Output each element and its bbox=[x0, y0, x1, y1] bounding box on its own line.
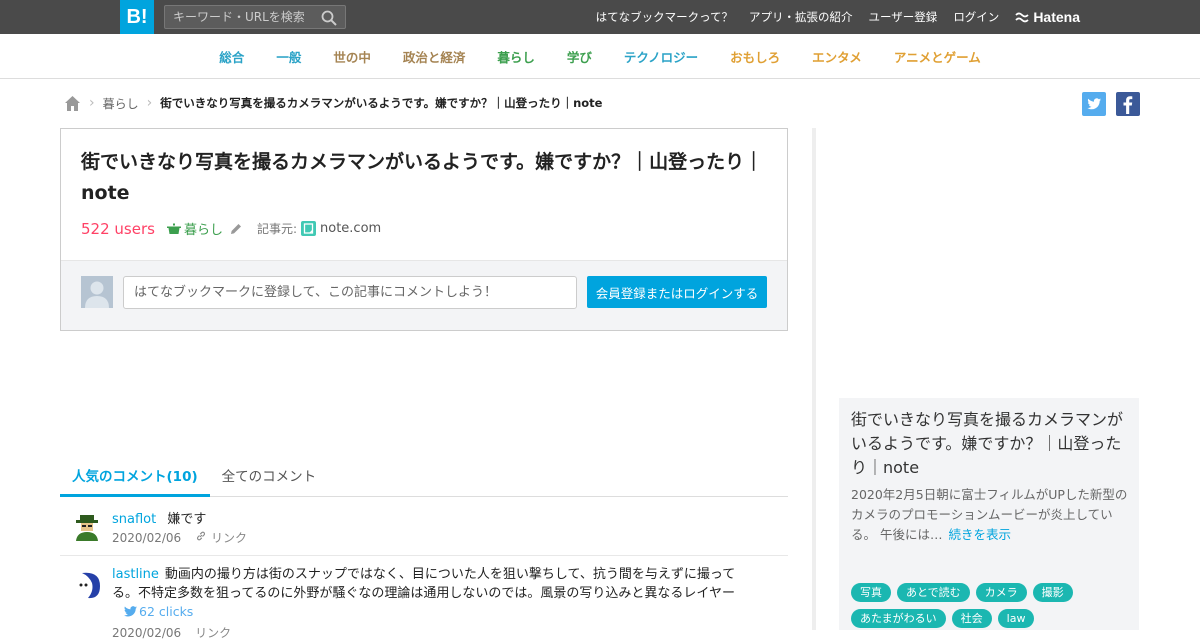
breadcrumb-current: 街でいきなり写真を撮るカメラマンがいるようです。嫌ですか？｜山登ったり｜note bbox=[160, 96, 603, 110]
users-count[interactable]: 522 users bbox=[81, 220, 155, 238]
comment-username[interactable]: lastline bbox=[112, 567, 159, 582]
twitter-share-button[interactable] bbox=[1082, 92, 1106, 116]
breadcrumb-category[interactable]: 暮らし bbox=[103, 95, 139, 112]
search-icon[interactable] bbox=[321, 10, 337, 26]
note-favicon-icon bbox=[301, 221, 316, 236]
category-tab-0[interactable]: 総合 bbox=[219, 47, 244, 66]
link-icon bbox=[197, 531, 206, 541]
category-tab-9[interactable]: アニメとゲーム bbox=[894, 47, 981, 66]
twitter-small-icon bbox=[124, 606, 137, 617]
search-box bbox=[164, 5, 346, 29]
nav-apps[interactable]: アプリ・拡張の紹介 bbox=[749, 9, 853, 25]
chevron-right-icon: › bbox=[146, 95, 153, 111]
twitter-icon bbox=[1087, 98, 1101, 110]
entry-card: 街でいきなり写真を撮るカメラマンがいるようです。嫌ですか？｜山登ったり｜note… bbox=[60, 128, 788, 331]
category-tab-8[interactable]: エンタメ bbox=[812, 47, 862, 66]
comment-text-continued: る。不特定多数を狙ってるのに外野が騒ぐなの理論は通用しないのでは。風景の写り込み… bbox=[112, 586, 735, 601]
clicks-count: 62 clicks bbox=[139, 604, 194, 619]
comment-permalink[interactable]: リンク bbox=[195, 529, 247, 546]
comment-tabs: 人気のコメント(10) 全てのコメント bbox=[60, 462, 788, 497]
tag-item[interactable]: law bbox=[997, 609, 1035, 628]
summary-title[interactable]: 街でいきなり写真を撮るカメラマンがいるようです。嫌ですか？｜山登ったり｜note bbox=[851, 408, 1131, 480]
comment-date[interactable]: 2020/02/06 bbox=[112, 531, 181, 545]
source-label: 記事元: bbox=[256, 222, 297, 236]
category-tab-1[interactable]: 一般 bbox=[276, 47, 301, 66]
comment-row: lastline 動画内の撮り方は街のスナップではなく、目についた人を狙い撃ちして… bbox=[60, 556, 788, 640]
column-divider bbox=[812, 128, 816, 630]
comment-footer: 2020/02/06 リンク bbox=[112, 529, 247, 546]
tag-item[interactable]: 写真 bbox=[851, 583, 891, 602]
entry-category-label: 暮らし bbox=[183, 223, 223, 238]
nav-about[interactable]: はてなブックマークって？ bbox=[596, 9, 733, 25]
tab-all-comments[interactable]: 全てのコメント bbox=[210, 462, 329, 497]
entry-title[interactable]: 街でいきなり写真を撮るカメラマンがいるようです。嫌ですか？｜山登ったり｜note bbox=[81, 147, 771, 209]
comment-body: snaflot 嫌です bbox=[112, 508, 206, 529]
category-tab-5[interactable]: 学び bbox=[567, 47, 592, 66]
comment-permalink[interactable]: リンク bbox=[195, 624, 231, 641]
user-avatar[interactable] bbox=[72, 511, 102, 541]
category-tab-2[interactable]: 世の中 bbox=[333, 47, 371, 66]
comment-date[interactable]: 2020/02/06 bbox=[112, 626, 181, 640]
tag-item[interactable]: 撮影 bbox=[1032, 583, 1073, 602]
source-domain: note.com bbox=[320, 221, 382, 236]
source-link[interactable]: note.com bbox=[301, 221, 381, 236]
category-tab-3[interactable]: 政治と経済 bbox=[403, 47, 466, 66]
tag-item[interactable]: カメラ bbox=[975, 583, 1027, 602]
tag-item[interactable]: あとで読む bbox=[897, 583, 970, 602]
comment-row: snaflot 嫌です 2020/02/06 リンク bbox=[60, 497, 788, 556]
comment-permalink-label: リンク bbox=[211, 531, 248, 545]
category-nav: 総合 一般 世の中 政治と経済 暮らし 学び テクノロジー おもしろ エンタメ … bbox=[0, 34, 1200, 79]
category-tab-7[interactable]: おもしろ bbox=[730, 47, 780, 66]
entry-category[interactable]: 暮らし bbox=[166, 219, 223, 238]
summary-description: 2020年2月5日朝に富士フィルムがUPした新型のカメラのプロモーションムービー… bbox=[851, 485, 1131, 545]
breadcrumb: › 暮らし › 街でいきなり写真を撮るカメラマンがいるようです。嫌ですか？｜山登… bbox=[64, 93, 602, 113]
register-login-button[interactable]: 会員登録またはログインする bbox=[587, 276, 767, 308]
category-tab-4[interactable]: 暮らし bbox=[497, 47, 535, 66]
comment-body: lastline 動画内の撮り方は街のスナップではなく、目についた人を狙い撃ちして… bbox=[112, 565, 762, 603]
home-icon[interactable] bbox=[64, 95, 81, 112]
hatena-bookmark-logo[interactable]: B! bbox=[120, 0, 154, 34]
comment-input[interactable] bbox=[123, 276, 577, 309]
comment-footer: 2020/02/06 リンク bbox=[112, 624, 231, 641]
tag-item[interactable]: 社会 bbox=[951, 609, 992, 628]
avatar bbox=[81, 276, 113, 308]
pencil-icon[interactable] bbox=[229, 222, 243, 236]
chevron-right-icon: › bbox=[89, 95, 95, 111]
nav-login[interactable]: ログイン bbox=[953, 9, 999, 25]
hatena-wave-icon bbox=[1015, 12, 1029, 23]
read-more-link[interactable]: 続きを表示 bbox=[948, 527, 1011, 542]
search-input[interactable] bbox=[173, 8, 318, 26]
comment-box: 会員登録またはログインする bbox=[61, 260, 787, 330]
nav-register[interactable]: ユーザー登録 bbox=[869, 9, 938, 25]
default-user-icon bbox=[85, 281, 109, 308]
hatena-brand-label: Hatena bbox=[1033, 9, 1080, 25]
facebook-icon bbox=[1123, 96, 1133, 114]
comment-text: 嫌です bbox=[167, 512, 207, 527]
category-tab-6[interactable]: テクノロジー bbox=[624, 47, 698, 66]
facebook-share-button[interactable] bbox=[1116, 92, 1140, 116]
tag-item[interactable]: あたまがわるい bbox=[851, 609, 946, 628]
tag-list: 写真 あとで読む カメラ 撮影 あたまがわるい 社会 law bbox=[851, 583, 1136, 635]
top-nav: はてなブックマークって？ アプリ・拡張の紹介 ユーザー登録 ログイン Haten… bbox=[580, 0, 1080, 34]
entry-meta: 522 users 暮らし 記事元: note.com bbox=[81, 219, 381, 239]
hatena-brand[interactable]: Hatena bbox=[1015, 9, 1080, 25]
comment-username[interactable]: snaflot bbox=[112, 512, 156, 527]
top-bar: B! はてなブックマークって？ アプリ・拡張の紹介 ユーザー登録 ログイン Ha… bbox=[0, 0, 1200, 34]
comment-clicks[interactable]: 62 clicks bbox=[124, 604, 193, 619]
tab-popular-comments[interactable]: 人気のコメント(10) bbox=[60, 462, 210, 497]
comment-text: 動画内の撮り方は街のスナップではなく、目についた人を狙い撃ちして、抗う間を与えず… bbox=[164, 567, 736, 582]
entry-summary-card: 街でいきなり写真を撮るカメラマンがいるようです。嫌ですか？｜山登ったり｜note… bbox=[839, 398, 1139, 630]
pot-icon bbox=[166, 223, 181, 234]
user-avatar[interactable] bbox=[72, 569, 102, 599]
